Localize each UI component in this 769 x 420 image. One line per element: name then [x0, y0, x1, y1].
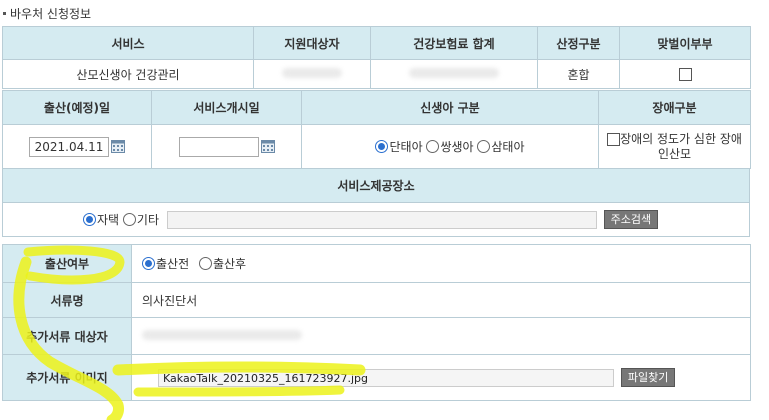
- target-value-redacted: [253, 59, 371, 89]
- baby-type-radio-single[interactable]: [375, 140, 389, 153]
- header-calc-type: 산정구분: [537, 26, 620, 60]
- header-target: 지원대상자: [253, 26, 371, 60]
- header-birth-date: 출산(예정)일: [2, 90, 152, 125]
- address-search-button[interactable]: 주소검색: [603, 210, 659, 229]
- header-baby-type: 신생아 구분: [301, 90, 599, 125]
- birth-date-cell: 2021.04.11: [2, 124, 152, 169]
- place-label-other: 기타: [136, 213, 160, 227]
- disability-cell: 장애의 정도가 심한 장애인산모: [598, 124, 751, 169]
- start-date-input[interactable]: [178, 136, 259, 157]
- baby-type-label-single: 단태아: [389, 140, 423, 154]
- place-table: 서비스제공장소 자택 기타 주소검색: [2, 168, 750, 237]
- baby-type-cell: 단태아 쌍생아 삼태아: [301, 124, 599, 169]
- file-browse-button[interactable]: 파일찾기: [620, 368, 676, 387]
- file-path-input[interactable]: KakaoTalk_20210325_161723927.jpg: [158, 368, 614, 387]
- bullet-icon: [3, 12, 6, 15]
- address-input[interactable]: [166, 210, 597, 229]
- birth-table: 출산(예정)일 서비스개시일 신생아 구분 장애구분 2021.04.11 단태…: [2, 90, 751, 169]
- dual-income-cell: [619, 59, 751, 89]
- doc-name-value: 의사진단서: [131, 282, 751, 318]
- disability-label: 장애의 정도가 심한 장애인산모: [620, 131, 742, 161]
- baby-type-radio-triplet[interactable]: [477, 140, 491, 153]
- calendar-icon[interactable]: [260, 140, 275, 153]
- extra-image-cell: KakaoTalk_20210325_161723927.jpg 파일찾기: [131, 354, 751, 401]
- baby-type-label-triplet: 삼태아: [491, 140, 525, 154]
- section-title: 바우처 신청정보: [2, 5, 91, 22]
- dual-income-checkbox[interactable]: [678, 68, 692, 81]
- place-radio-home[interactable]: [83, 213, 96, 226]
- calc-type-value: 혼합: [537, 59, 620, 89]
- header-dual-income: 맞벌이부부: [619, 26, 751, 60]
- doc-name-label: 서류명: [2, 282, 132, 318]
- header-service-place: 서비스제공장소: [2, 168, 750, 203]
- service-value: 산모신생아 건강관리: [2, 59, 254, 89]
- birth-status-label: 출산여부: [2, 244, 132, 283]
- birth-date-input[interactable]: 2021.04.11: [29, 136, 109, 157]
- place-label-home: 자택: [97, 213, 120, 227]
- header-service: 서비스: [2, 26, 254, 60]
- insurance-value-redacted: [370, 59, 538, 89]
- extra-target-value-redacted: [131, 317, 751, 355]
- birth-status-radio-before[interactable]: [142, 257, 155, 270]
- birth-status-label-after: 출산후: [212, 257, 247, 271]
- baby-type-label-twin: 쌍생아: [440, 140, 474, 154]
- header-start-date: 서비스개시일: [151, 90, 302, 125]
- disability-checkbox[interactable]: [607, 132, 621, 146]
- start-date-cell: [151, 124, 302, 169]
- extra-image-label: 추가서류 이미지: [2, 354, 132, 401]
- birth-status-label-before: 출산전: [156, 257, 190, 271]
- birth-status-cell: 출산전 출산후: [131, 244, 751, 283]
- birth-status-radio-after[interactable]: [198, 257, 212, 270]
- calendar-icon[interactable]: [111, 140, 125, 153]
- documents-table: 출산여부 출산전 출산후 서류명 의사진단서 추가서류 대상자 추가서류 이미지…: [2, 244, 751, 401]
- place-cell: 자택 기타 주소검색: [2, 202, 750, 237]
- extra-target-label: 추가서류 대상자: [2, 317, 132, 355]
- header-disability: 장애구분: [598, 90, 751, 125]
- baby-type-radio-twin[interactable]: [426, 140, 440, 153]
- service-table: 서비스 지원대상자 건강보험료 합계 산정구분 맞벌이부부 산모신생아 건강관리…: [2, 26, 751, 89]
- header-insurance: 건강보험료 합계: [370, 26, 538, 60]
- place-radio-other[interactable]: [122, 213, 136, 226]
